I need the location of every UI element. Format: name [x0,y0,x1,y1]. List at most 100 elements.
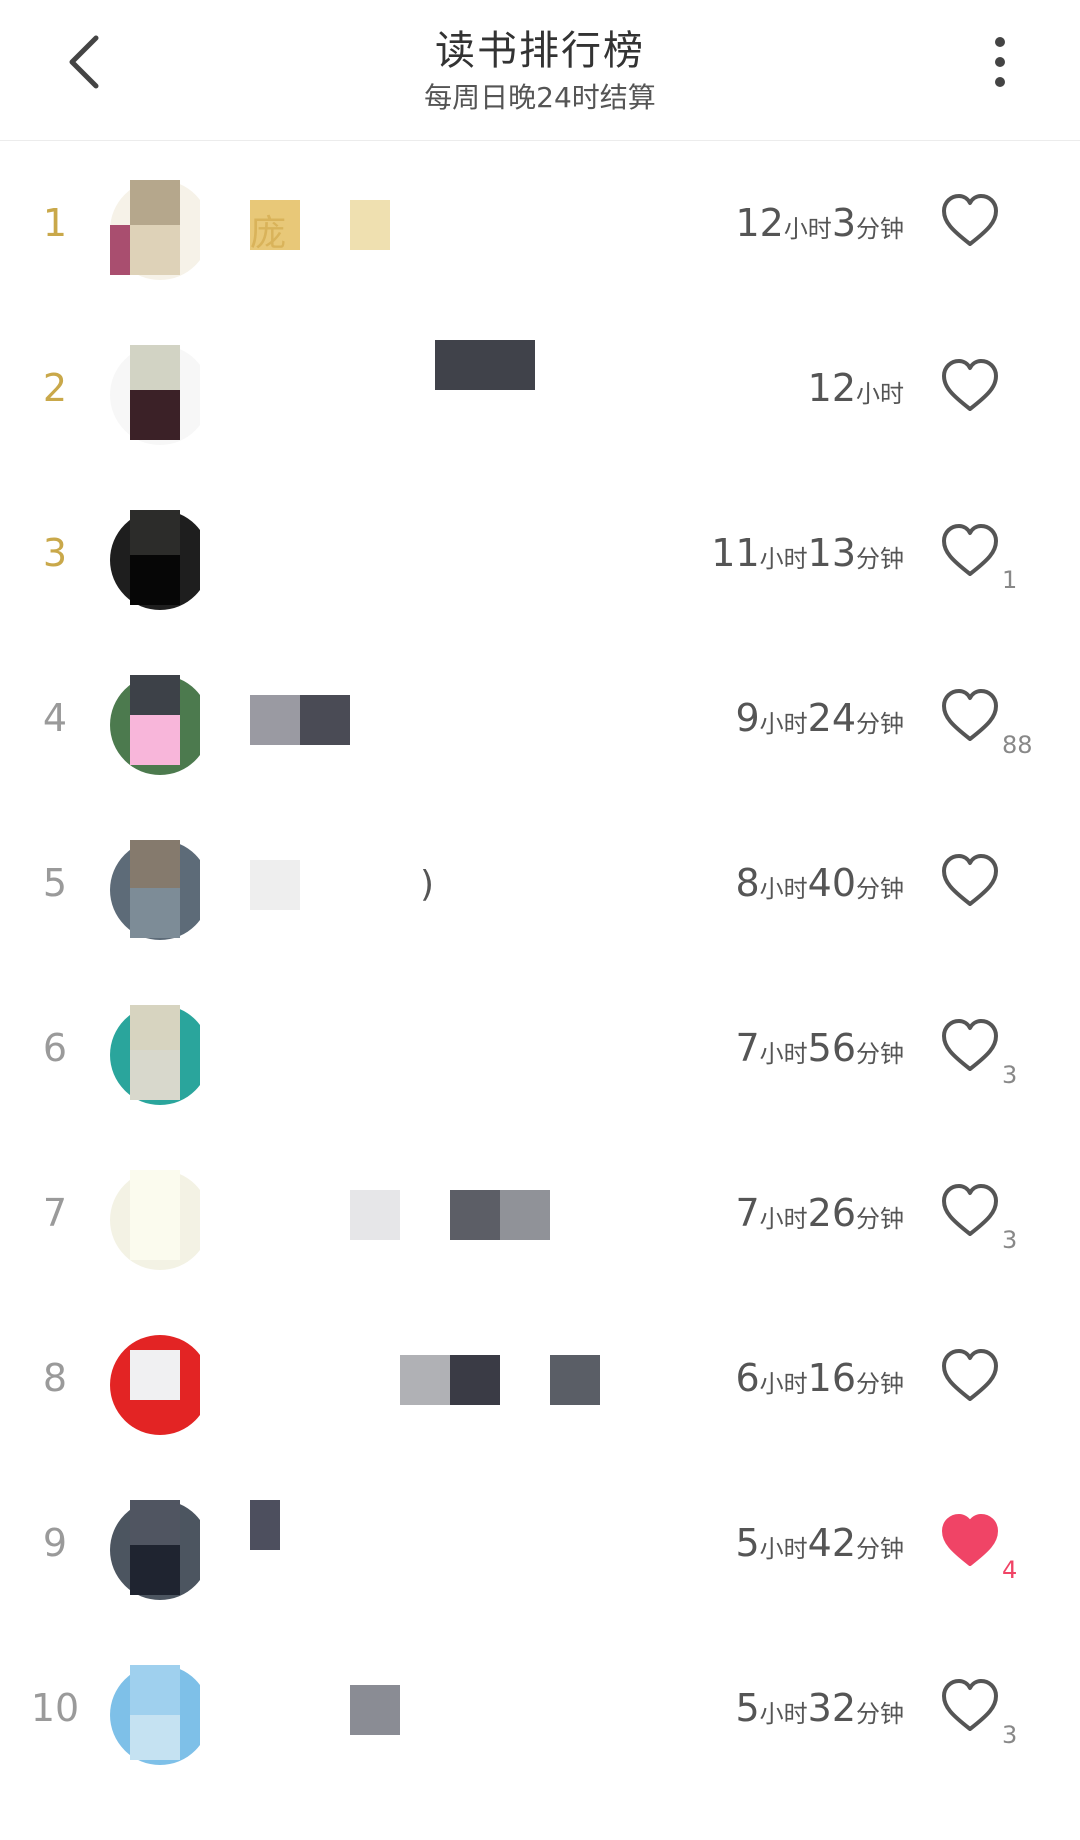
pixelated-name-block [550,1355,600,1405]
ranking-row[interactable]: 10 5 小时 32 分钟 3 [0,1625,1080,1790]
time-unit: 小时 [759,1370,808,1398]
heart-icon [942,1184,998,1236]
avatar[interactable] [110,345,200,445]
time-value: 42 [807,1520,856,1565]
reading-time: 7 小时 26 分钟 [735,1130,904,1295]
like-button[interactable] [940,1677,1000,1737]
reading-time: 6 小时 16 分钟 [735,1295,904,1460]
like-button[interactable] [940,522,1000,582]
like-button[interactable] [940,357,1000,417]
rank-number: 2 [42,365,68,410]
more-vertical-icon [995,37,1005,87]
avatar[interactable] [110,675,200,775]
pixelated-name-block [250,1500,280,1550]
time-unit: 分钟 [856,1700,904,1728]
time-value: 24 [807,695,856,740]
time-value: 13 [807,530,856,575]
avatar[interactable] [110,1170,200,1270]
avatar[interactable] [110,1335,200,1435]
like-count: 4 [1002,1556,1018,1584]
time-unit: 小时 [759,710,808,738]
time-unit: 分钟 [856,545,904,573]
pixelated-name-block [450,1355,500,1405]
user-name [250,530,690,580]
heart-icon [942,1349,998,1401]
ranking-row[interactable]: 1 庞 12 小时 3 分钟 [0,140,1080,305]
time-value: 6 [735,1355,760,1400]
pixelated-name-block [400,1355,450,1405]
ranking-row[interactable]: 3 11 小时 13 分钟 1 [0,470,1080,635]
avatar[interactable] [110,1005,200,1105]
reading-time: 8 小时 40 分钟 [735,800,904,965]
heart-icon [942,1679,998,1731]
heart-icon [942,194,998,246]
ranking-list: 1 庞 12 小时 3 分钟 2 12 小时 3 11 小时 13 分钟 1 4 9 小时 24 分钟 88 5) 8 小时 4… [0,140,1080,1790]
like-button[interactable] [940,192,1000,252]
reading-time: 7 小时 56 分钟 [735,965,904,1130]
page-subtitle: 每周日晚24时结算 [424,81,656,114]
ranking-row[interactable]: 8 6 小时 16 分钟 [0,1295,1080,1460]
time-unit: 分钟 [856,1535,904,1563]
pixelated-name-block [350,1685,400,1735]
like-button[interactable] [940,852,1000,912]
ranking-row[interactable]: 9 5 小时 42 分钟 4 [0,1460,1080,1625]
user-name [250,340,690,415]
pixelated-name-block [350,1190,400,1240]
user-name: ) [250,860,690,910]
time-unit: 分钟 [856,1040,904,1068]
time-unit: 分钟 [856,1370,904,1398]
time-value: 56 [807,1025,856,1070]
pixelated-name-block [450,1190,500,1240]
reading-time: 11 小时 13 分钟 [711,470,904,635]
avatar[interactable] [110,510,200,610]
reading-time: 5 小时 42 分钟 [735,1460,904,1625]
pixelated-name-block [350,200,390,250]
pixelated-name-block [300,695,350,745]
time-value: 32 [807,1685,856,1730]
heart-icon [942,689,998,741]
ranking-row[interactable]: 5) 8 小时 40 分钟 [0,800,1080,965]
time-value: 8 [735,860,760,905]
reading-time: 5 小时 32 分钟 [735,1625,904,1790]
heart-icon [942,854,998,906]
heart-icon [942,1514,998,1566]
rank-number: 10 [30,1685,80,1730]
avatar[interactable] [110,840,200,940]
like-button[interactable] [940,687,1000,747]
like-button[interactable] [940,1017,1000,1077]
like-button[interactable] [940,1182,1000,1242]
like-count: 3 [1002,1226,1018,1254]
like-button[interactable] [940,1512,1000,1572]
like-count: 3 [1002,1061,1018,1089]
avatar[interactable] [110,180,200,280]
avatar[interactable] [110,1665,200,1765]
rank-number: 1 [42,200,68,245]
like-button[interactable] [940,1347,1000,1407]
reading-time: 12 小时 3 分钟 [735,140,904,305]
time-value: 7 [735,1025,760,1070]
pixelated-name-block [500,1190,550,1240]
like-count: 1 [1002,566,1018,594]
heart-icon [942,524,998,576]
time-value: 5 [735,1685,760,1730]
time-unit: 分钟 [856,1205,904,1233]
user-name [250,1500,690,1570]
pixelated-name-block [250,860,300,910]
time-unit: 分钟 [856,215,904,243]
user-name [250,1025,690,1075]
time-value: 40 [807,860,856,905]
time-unit: 小时 [759,1205,808,1233]
top-bar: 读书排行榜 每周日晚24时结算 [0,0,1080,141]
time-unit: 小时 [759,875,808,903]
ranking-row[interactable]: 7 7 小时 26 分钟 3 [0,1130,1080,1295]
more-button[interactable] [968,30,1032,94]
ranking-row[interactable]: 4 9 小时 24 分钟 88 [0,635,1080,800]
rank-number: 3 [42,530,68,575]
avatar[interactable] [110,1500,200,1600]
user-name-text: 庞 [250,213,287,254]
ranking-row[interactable]: 2 12 小时 [0,305,1080,470]
user-name [250,1190,690,1240]
time-unit: 小时 [759,1535,808,1563]
ranking-row[interactable]: 6 7 小时 56 分钟 3 [0,965,1080,1130]
reading-time: 9 小时 24 分钟 [735,635,904,800]
